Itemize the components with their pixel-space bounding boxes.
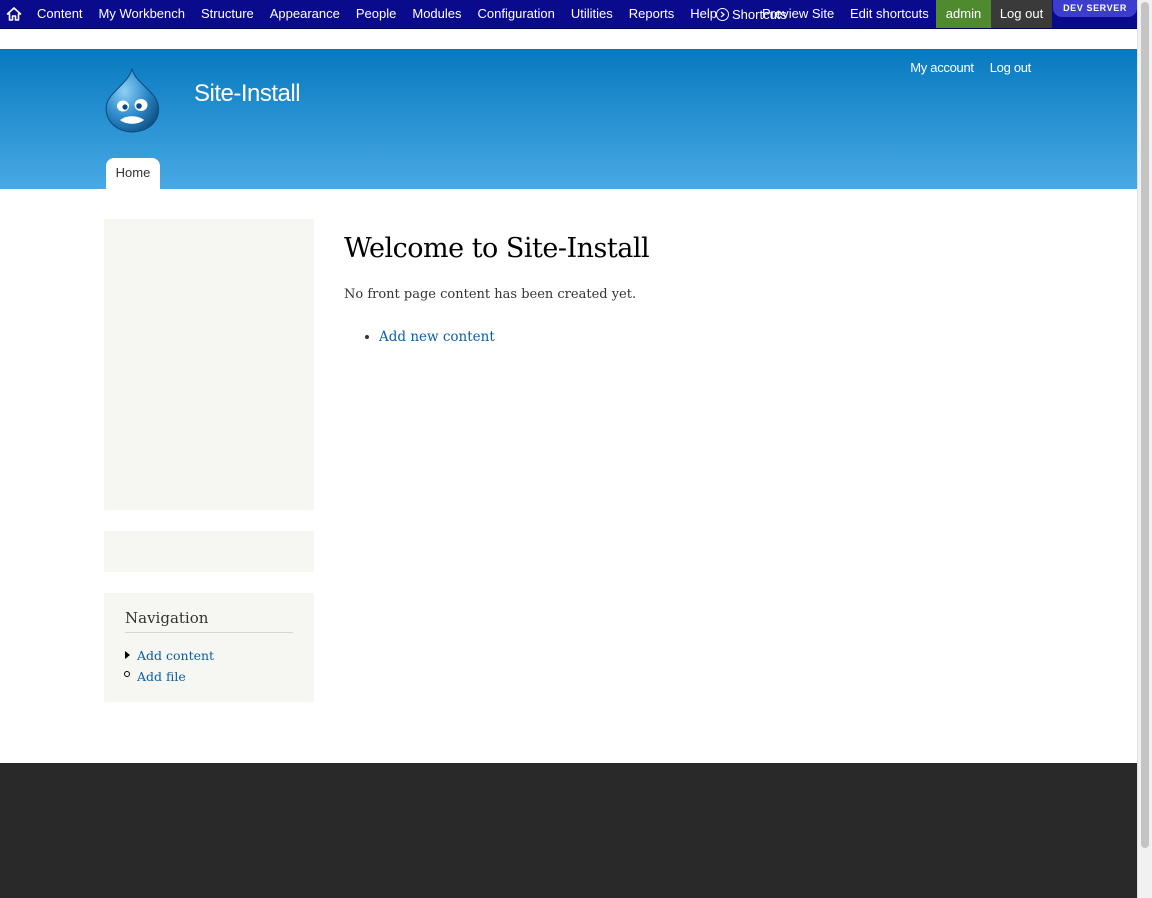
my-account-link[interactable]: My account [910, 60, 974, 75]
admin-toolbar: Content My Workbench Structure Appearanc… [0, 0, 1137, 29]
environment-badge: DEV SERVER [1053, 0, 1137, 17]
site-footer [0, 763, 1137, 898]
add-new-content-link[interactable]: Add new content [379, 329, 495, 345]
menu-item-my-workbench[interactable]: My Workbench [91, 0, 193, 28]
empty-message: No front page content has been created y… [344, 287, 637, 302]
page-title: Welcome to Site-Install [344, 233, 650, 264]
sidebar-block-empty [104, 531, 314, 572]
leaf-bullet-icon [124, 671, 130, 677]
navigation-list: Add content Add file [124, 647, 214, 689]
list-item: Add new content [364, 328, 495, 346]
user-account-link[interactable]: admin [936, 0, 991, 28]
add-content-link[interactable]: Add content [137, 648, 214, 663]
menu-item-configuration[interactable]: Configuration [470, 0, 563, 28]
menu-item-content[interactable]: Content [29, 0, 91, 28]
add-file-link[interactable]: Add file [137, 669, 186, 684]
list-item: Add file [124, 668, 214, 689]
vertical-scrollbar[interactable] [1137, 0, 1152, 898]
navigation-title: Navigation [125, 609, 293, 633]
home-icon[interactable] [6, 6, 22, 22]
tab-home[interactable]: Home [106, 158, 160, 189]
menu-item-appearance[interactable]: Appearance [262, 0, 348, 28]
list-item: Add content [125, 647, 214, 668]
preview-site-link[interactable]: Preview Site [762, 0, 834, 28]
menu-item-modules[interactable]: Modules [404, 0, 469, 28]
menu-item-reports[interactable]: Reports [621, 0, 683, 28]
menu-item-utilities[interactable]: Utilities [563, 0, 621, 28]
chevron-right-icon [716, 7, 729, 21]
admin-menu: Content My Workbench Structure Appearanc… [29, 0, 725, 28]
menu-item-people[interactable]: People [348, 0, 404, 28]
toolbar-logout-button[interactable]: Log out [991, 0, 1052, 28]
edit-shortcuts-link[interactable]: Edit shortcuts [850, 0, 929, 28]
logout-link[interactable]: Log out [990, 60, 1032, 75]
content-links: Add new content [364, 328, 495, 346]
collapsed-arrow-icon [125, 651, 130, 659]
site-header: Site-Install My account Log out Home [0, 49, 1137, 189]
drupal-drop-icon[interactable] [102, 68, 162, 134]
site-name[interactable]: Site-Install [194, 80, 301, 108]
navigation-block: Navigation Add content Add file [104, 593, 314, 702]
menu-item-structure[interactable]: Structure [193, 0, 262, 28]
secondary-menu: My account Log out [894, 60, 1031, 75]
scrollbar-thumb[interactable] [1141, 2, 1149, 848]
sidebar-block-empty [104, 219, 314, 510]
